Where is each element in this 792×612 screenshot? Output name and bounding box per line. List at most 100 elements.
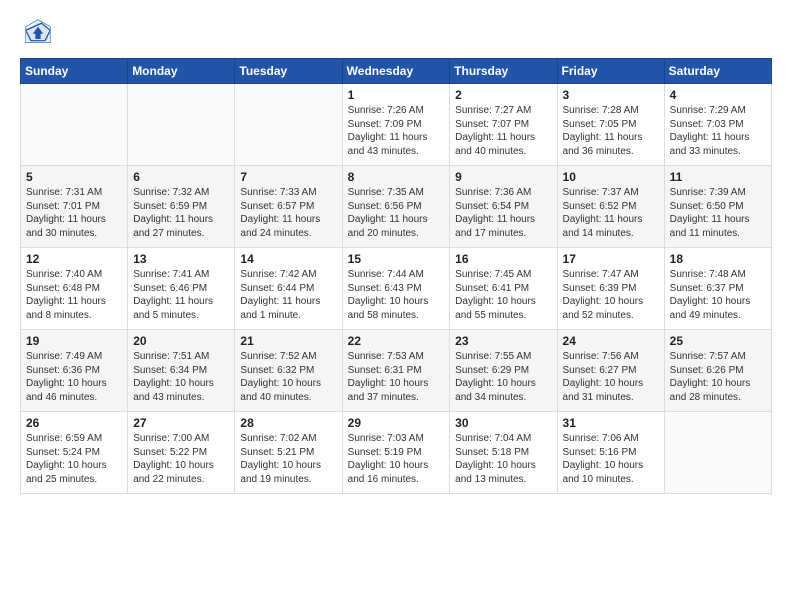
day-info: Sunrise: 7:39 AM Sunset: 6:50 PM Dayligh… — [670, 186, 766, 240]
day-number: 4 — [670, 88, 766, 102]
calendar-cell: 13 Sunrise: 7:41 AM Sunset: 6:46 PM Dayli… — [128, 248, 235, 330]
calendar-cell — [664, 412, 771, 494]
day-number: 3 — [563, 88, 659, 102]
day-info: Sunrise: 7:26 AM Sunset: 7:09 PM Dayligh… — [348, 104, 445, 158]
calendar-cell: 3 Sunrise: 7:28 AM Sunset: 7:05 PM Daylig… — [557, 84, 664, 166]
calendar-cell: 12Sunrise: 7:40 AM Sunset: 6:48 PM Dayli… — [21, 248, 128, 330]
day-number: 2 — [455, 88, 551, 102]
weekday-header: Thursday — [450, 59, 557, 84]
calendar-cell: 5 Sunrise: 7:31 AM Sunset: 7:01 PM Daylig… — [21, 166, 128, 248]
day-info: Sunrise: 7:48 AM Sunset: 6:37 PM Dayligh… — [670, 268, 766, 322]
day-number: 9 — [455, 170, 551, 184]
day-info: Sunrise: 7:31 AM Sunset: 7:01 PM Dayligh… — [26, 186, 122, 240]
day-info: Sunrise: 7:57 AM Sunset: 6:26 PM Dayligh… — [670, 350, 766, 404]
day-number: 29 — [348, 416, 445, 430]
calendar-week-row: 19 Sunrise: 7:49 AM Sunset: 6:36 PM Dayli… — [21, 330, 772, 412]
day-number: 14 — [240, 252, 336, 266]
day-number: 25 — [670, 334, 766, 348]
calendar-cell: 1 Sunrise: 7:26 AM Sunset: 7:09 PM Daylig… — [342, 84, 450, 166]
day-info: Sunrise: 7:06 AM Sunset: 5:16 PM Dayligh… — [563, 432, 659, 486]
header — [20, 18, 772, 46]
day-number: 21 — [240, 334, 336, 348]
day-number: 11 — [670, 170, 766, 184]
calendar-cell: 15 Sunrise: 7:44 AM Sunset: 6:43 PM Dayli… — [342, 248, 450, 330]
weekday-header: Saturday — [664, 59, 771, 84]
calendar-cell: 19 Sunrise: 7:49 AM Sunset: 6:36 PM Dayli… — [21, 330, 128, 412]
day-info: Sunrise: 7:28 AM Sunset: 7:05 PM Dayligh… — [563, 104, 659, 158]
calendar-cell: 14 Sunrise: 7:42 AM Sunset: 6:44 PM Dayli… — [235, 248, 342, 330]
day-number: 6 — [133, 170, 229, 184]
day-info: Sunrise: 7:00 AM Sunset: 5:22 PM Dayligh… — [133, 432, 229, 486]
calendar: SundayMondayTuesdayWednesdayThursdayFrid… — [20, 58, 772, 494]
weekday-header: Wednesday — [342, 59, 450, 84]
day-number: 22 — [348, 334, 445, 348]
day-number: 31 — [563, 416, 659, 430]
day-info: Sunrise: 7:47 AM Sunset: 6:39 PM Dayligh… — [563, 268, 659, 322]
day-info: Sunrise: 7:45 AM Sunset: 6:41 PM Dayligh… — [455, 268, 551, 322]
calendar-week-row: 26 Sunrise: 6:59 AM Sunset: 5:24 PM Dayli… — [21, 412, 772, 494]
day-number: 13 — [133, 252, 229, 266]
day-number: 7 — [240, 170, 336, 184]
calendar-cell: 18Sunrise: 7:48 AM Sunset: 6:37 PM Dayli… — [664, 248, 771, 330]
day-info: Sunrise: 7:51 AM Sunset: 6:34 PM Dayligh… — [133, 350, 229, 404]
logo — [20, 18, 52, 46]
weekday-header: Tuesday — [235, 59, 342, 84]
day-info: Sunrise: 7:04 AM Sunset: 5:18 PM Dayligh… — [455, 432, 551, 486]
calendar-cell: 11 Sunrise: 7:39 AM Sunset: 6:50 PM Dayli… — [664, 166, 771, 248]
day-number: 10 — [563, 170, 659, 184]
day-number: 28 — [240, 416, 336, 430]
day-info: Sunrise: 7:42 AM Sunset: 6:44 PM Dayligh… — [240, 268, 336, 322]
day-info: Sunrise: 6:59 AM Sunset: 5:24 PM Dayligh… — [26, 432, 122, 486]
day-number: 19 — [26, 334, 122, 348]
day-info: Sunrise: 7:56 AM Sunset: 6:27 PM Dayligh… — [563, 350, 659, 404]
day-info: Sunrise: 7:55 AM Sunset: 6:29 PM Dayligh… — [455, 350, 551, 404]
calendar-cell: 27Sunrise: 7:00 AM Sunset: 5:22 PM Dayli… — [128, 412, 235, 494]
calendar-week-row: 5 Sunrise: 7:31 AM Sunset: 7:01 PM Daylig… — [21, 166, 772, 248]
day-info: Sunrise: 7:32 AM Sunset: 6:59 PM Dayligh… — [133, 186, 229, 240]
calendar-cell: 24Sunrise: 7:56 AM Sunset: 6:27 PM Dayli… — [557, 330, 664, 412]
page: SundayMondayTuesdayWednesdayThursdayFrid… — [0, 0, 792, 506]
weekday-header: Monday — [128, 59, 235, 84]
calendar-cell: 29Sunrise: 7:03 AM Sunset: 5:19 PM Dayli… — [342, 412, 450, 494]
calendar-cell: 21 Sunrise: 7:52 AM Sunset: 6:32 PM Dayli… — [235, 330, 342, 412]
calendar-cell: 6 Sunrise: 7:32 AM Sunset: 6:59 PM Daylig… — [128, 166, 235, 248]
day-number: 16 — [455, 252, 551, 266]
calendar-cell: 26 Sunrise: 6:59 AM Sunset: 5:24 PM Dayli… — [21, 412, 128, 494]
calendar-week-row: 12Sunrise: 7:40 AM Sunset: 6:48 PM Dayli… — [21, 248, 772, 330]
day-info: Sunrise: 7:41 AM Sunset: 6:46 PM Dayligh… — [133, 268, 229, 322]
calendar-cell: 17Sunrise: 7:47 AM Sunset: 6:39 PM Dayli… — [557, 248, 664, 330]
calendar-cell: 30 Sunrise: 7:04 AM Sunset: 5:18 PM Dayli… — [450, 412, 557, 494]
day-info: Sunrise: 7:27 AM Sunset: 7:07 PM Dayligh… — [455, 104, 551, 158]
calendar-cell: 9 Sunrise: 7:36 AM Sunset: 6:54 PM Daylig… — [450, 166, 557, 248]
day-info: Sunrise: 7:33 AM Sunset: 6:57 PM Dayligh… — [240, 186, 336, 240]
calendar-cell: 23 Sunrise: 7:55 AM Sunset: 6:29 PM Dayli… — [450, 330, 557, 412]
day-number: 15 — [348, 252, 445, 266]
calendar-cell: 2 Sunrise: 7:27 AM Sunset: 7:07 PM Daylig… — [450, 84, 557, 166]
day-number: 20 — [133, 334, 229, 348]
calendar-cell — [128, 84, 235, 166]
day-info: Sunrise: 7:49 AM Sunset: 6:36 PM Dayligh… — [26, 350, 122, 404]
day-info: Sunrise: 7:35 AM Sunset: 6:56 PM Dayligh… — [348, 186, 445, 240]
calendar-cell: 22 Sunrise: 7:53 AM Sunset: 6:31 PM Dayli… — [342, 330, 450, 412]
calendar-cell: 25 Sunrise: 7:57 AM Sunset: 6:26 PM Dayli… — [664, 330, 771, 412]
day-info: Sunrise: 7:37 AM Sunset: 6:52 PM Dayligh… — [563, 186, 659, 240]
day-number: 1 — [348, 88, 445, 102]
day-number: 30 — [455, 416, 551, 430]
day-number: 26 — [26, 416, 122, 430]
calendar-cell: 8 Sunrise: 7:35 AM Sunset: 6:56 PM Daylig… — [342, 166, 450, 248]
day-info: Sunrise: 7:36 AM Sunset: 6:54 PM Dayligh… — [455, 186, 551, 240]
day-number: 23 — [455, 334, 551, 348]
day-info: Sunrise: 7:02 AM Sunset: 5:21 PM Dayligh… — [240, 432, 336, 486]
day-number: 5 — [26, 170, 122, 184]
calendar-cell: 20 Sunrise: 7:51 AM Sunset: 6:34 PM Dayli… — [128, 330, 235, 412]
calendar-week-row: 1 Sunrise: 7:26 AM Sunset: 7:09 PM Daylig… — [21, 84, 772, 166]
calendar-cell — [235, 84, 342, 166]
calendar-cell — [21, 84, 128, 166]
day-info: Sunrise: 7:44 AM Sunset: 6:43 PM Dayligh… — [348, 268, 445, 322]
day-info: Sunrise: 7:53 AM Sunset: 6:31 PM Dayligh… — [348, 350, 445, 404]
day-info: Sunrise: 7:52 AM Sunset: 6:32 PM Dayligh… — [240, 350, 336, 404]
calendar-cell: 7 Sunrise: 7:33 AM Sunset: 6:57 PM Daylig… — [235, 166, 342, 248]
weekday-header-row: SundayMondayTuesdayWednesdayThursdayFrid… — [21, 59, 772, 84]
day-number: 8 — [348, 170, 445, 184]
weekday-header: Sunday — [21, 59, 128, 84]
